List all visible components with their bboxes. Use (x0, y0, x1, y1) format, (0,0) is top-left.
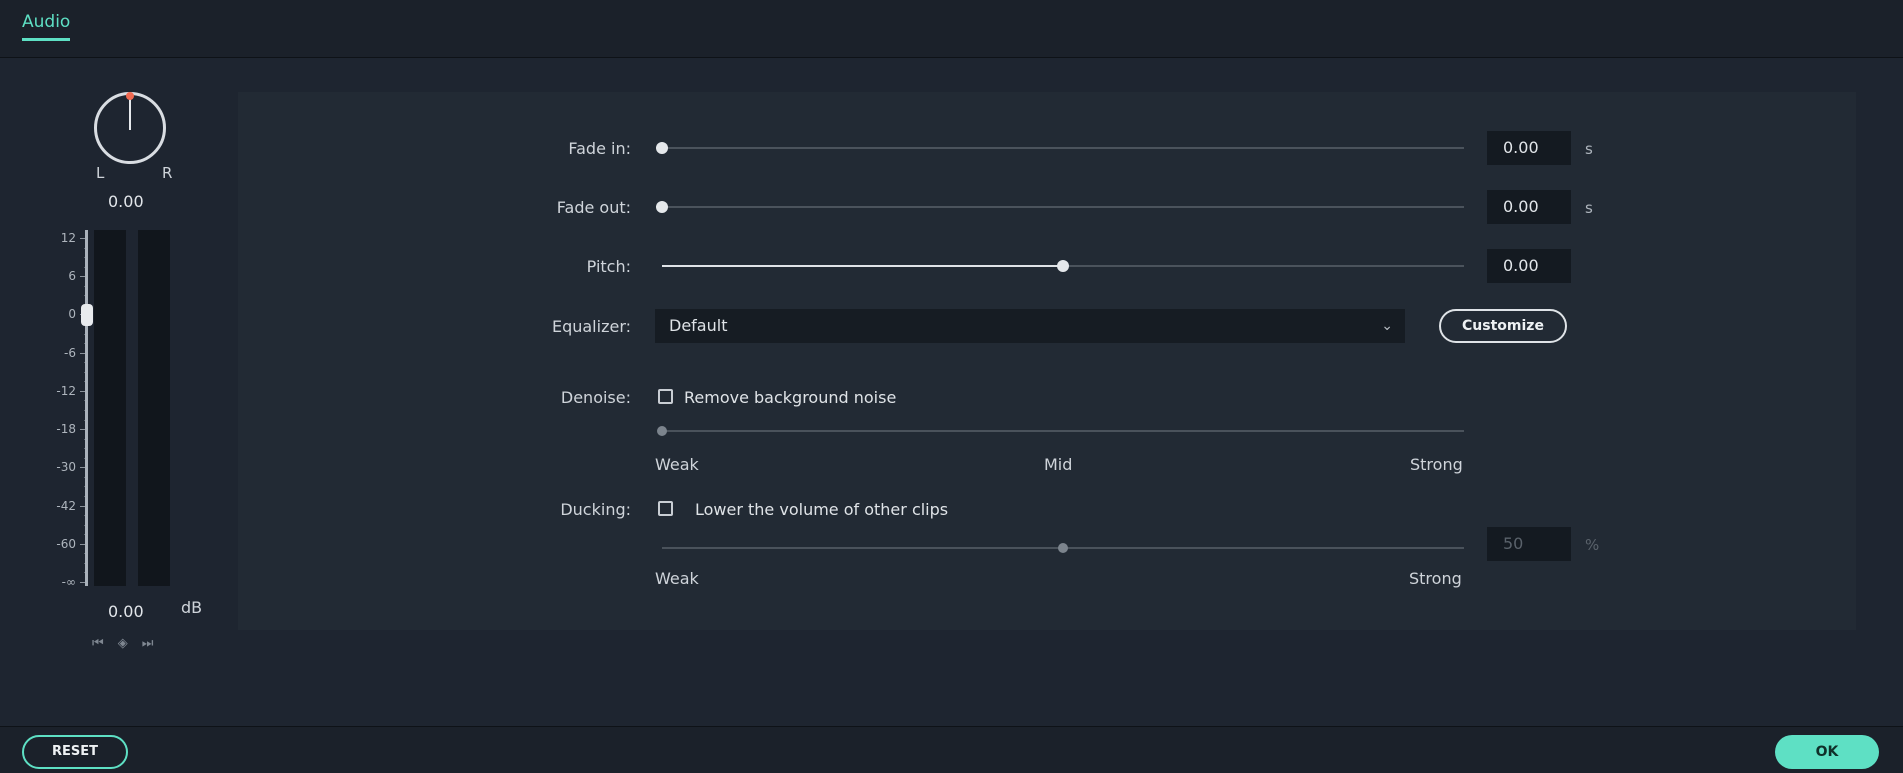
fade-out-label: Fade out: (556, 198, 631, 217)
fade-out-value-field[interactable]: 0.00 (1487, 190, 1571, 224)
db-tick-label: 0 (68, 307, 76, 322)
db-tick-label: 6 (68, 269, 76, 284)
ducking-label: Ducking: (560, 500, 631, 519)
denoise-slider[interactable] (657, 426, 1464, 436)
pan-value: 0.00 (108, 192, 144, 211)
ducking-slider-thumb[interactable] (1058, 543, 1068, 553)
denoise-label: Denoise: (560, 388, 631, 407)
ok-button[interactable]: OK (1775, 735, 1879, 769)
pan-needle (129, 98, 131, 130)
chevron-down-icon: ⌄ (1381, 318, 1393, 334)
denoise-mid-label: Mid (1044, 455, 1073, 474)
db-tick-label: -42 (56, 498, 76, 513)
top-tab-bar: Audio (0, 0, 1903, 58)
pan-knob[interactable] (94, 92, 166, 164)
tab-audio[interactable]: Audio (22, 12, 71, 41)
pitch-value-field[interactable]: 0.00 (1487, 249, 1571, 283)
db-unit-label: dB (181, 598, 203, 617)
bottom-action-bar: RESET OK (0, 726, 1903, 773)
db-tick-label: -∞ (61, 575, 76, 589)
ducking-checkbox[interactable] (658, 501, 673, 516)
denoise-checkbox-label: Remove background noise (684, 388, 897, 407)
ducking-checkbox-label: Lower the volume of other clips (695, 500, 949, 519)
denoise-strong-label: Strong (1410, 455, 1463, 474)
fade-out-unit: s (1585, 199, 1593, 217)
fade-in-slider[interactable] (656, 142, 1464, 154)
fade-in-label: Fade in: (568, 139, 631, 158)
fade-out-slider[interactable] (656, 201, 1464, 213)
ducking-strong-label: Strong (1409, 569, 1462, 588)
pan-indicator-dot (126, 92, 134, 100)
ducking-slider[interactable] (662, 543, 1464, 553)
fade-out-slider-thumb[interactable] (656, 201, 668, 213)
ducking-value-field[interactable]: 50 (1487, 527, 1571, 561)
pan-right-label: R (162, 164, 173, 182)
customize-button[interactable]: Customize (1439, 309, 1567, 343)
fade-in-slider-thumb[interactable] (656, 142, 668, 154)
pitch-slider-thumb[interactable] (1057, 260, 1069, 272)
db-tick-label: -6 (64, 345, 76, 360)
audio-settings-panel (238, 92, 1856, 630)
level-meter-left (94, 230, 126, 586)
db-tick-label: 12 (60, 231, 76, 245)
denoise-checkbox[interactable] (658, 389, 673, 404)
fade-in-unit: s (1585, 140, 1593, 158)
ducking-weak-label: Weak (655, 569, 699, 588)
pan-left-label: L (96, 164, 105, 182)
pitch-slider-fill (662, 265, 1063, 267)
db-tick-label: -60 (56, 536, 76, 551)
db-tick-label: -30 (56, 460, 76, 475)
volume-slider-handle[interactable] (81, 304, 93, 326)
keyframe-controls: ⏮ ◈ ⏭ (92, 636, 153, 651)
prev-keyframe-icon[interactable]: ⏮ (92, 636, 104, 651)
denoise-slider-thumb[interactable] (657, 426, 667, 436)
volume-slider-track[interactable] (85, 230, 88, 586)
pitch-slider[interactable] (662, 260, 1464, 272)
fade-in-value-field[interactable]: 0.00 (1487, 131, 1571, 165)
level-meter-right (138, 230, 170, 586)
equalizer-label: Equalizer: (551, 317, 631, 336)
volume-value: 0.00 (108, 602, 144, 621)
pitch-label: Pitch: (586, 257, 631, 276)
db-tick-label: -18 (56, 422, 76, 437)
db-tick-label: -12 (56, 383, 76, 398)
denoise-weak-label: Weak (655, 455, 699, 474)
reset-button[interactable]: RESET (22, 735, 128, 769)
next-keyframe-icon[interactable]: ⏭ (142, 636, 154, 651)
equalizer-select[interactable]: Default ⌄ (655, 309, 1405, 343)
ducking-unit: % (1585, 536, 1600, 554)
equalizer-selected-value: Default (669, 316, 728, 335)
add-keyframe-icon[interactable]: ◈ (118, 636, 128, 651)
